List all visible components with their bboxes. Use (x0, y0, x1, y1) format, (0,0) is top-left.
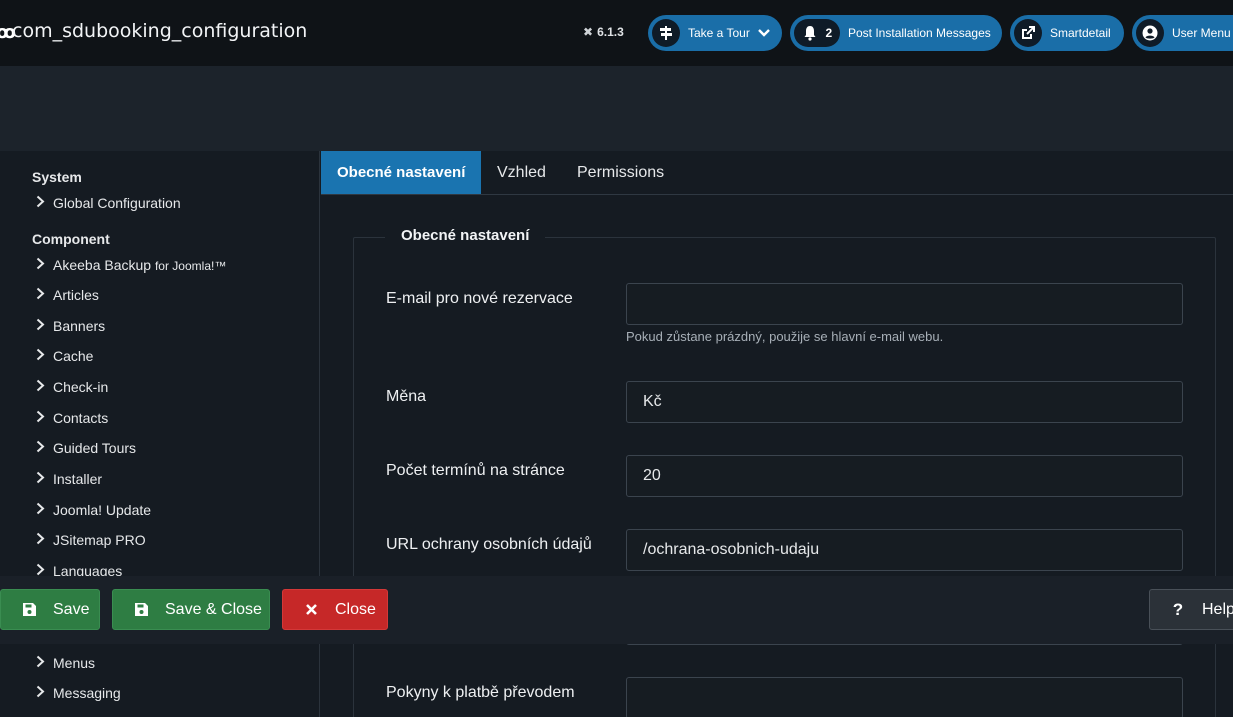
sidebar-item-label: Contacts (53, 410, 109, 426)
chevron-right-icon (36, 257, 45, 273)
version-badge: ✖ 6.1.3 (583, 25, 624, 39)
chevron-right-icon (36, 685, 45, 701)
take-a-tour-button[interactable]: Take a Tour (648, 15, 782, 51)
sidebar-item-label: Banners (53, 318, 106, 334)
sidebar-item-menus[interactable]: Menus (36, 655, 95, 671)
sidebar-item-articles[interactable]: Articles (36, 287, 99, 303)
tab-appearance[interactable]: Vzhled (481, 151, 562, 194)
sidebar-heading-system: System (32, 169, 82, 185)
tab-bar: Obecné nastavení Vzhled Permissions (321, 151, 1233, 195)
floppy-disk-icon (19, 602, 39, 617)
sidebar-item-contacts[interactable]: Contacts (36, 410, 108, 426)
help-button[interactable]: ? Help (1149, 589, 1233, 630)
sidebar-item-label: Global Configuration (53, 195, 181, 211)
payment-instructions-field[interactable] (626, 677, 1183, 717)
sidebar-item-label: Joomla! Update (53, 502, 152, 518)
close-icon (301, 603, 321, 616)
floppy-disk-icon (131, 602, 151, 617)
joomla-logo-icon[interactable]: ꝏ (0, 22, 16, 42)
sidebar-item-label: Installer (53, 471, 103, 487)
sidebar-item-guided-tours[interactable]: Guided Tours (36, 440, 136, 456)
payment-instructions-label: Pokyny k platbě převodem (386, 684, 575, 701)
question-mark-icon: ? (1172, 599, 1184, 619)
tab-general-settings[interactable]: Obecné nastavení (321, 151, 482, 194)
save-label: Save (53, 600, 90, 618)
chevron-right-icon (36, 287, 45, 303)
chevron-right-icon (36, 318, 45, 334)
user-menu-button[interactable]: User Menu (1132, 15, 1233, 51)
user-icon (1136, 19, 1164, 47)
sidebar-item-joomla-update[interactable]: Joomla! Update (36, 502, 151, 518)
notification-badge: 2 (794, 19, 840, 47)
chevron-right-icon (36, 440, 45, 456)
bell-icon (804, 26, 816, 41)
sidebar-item-label: Messaging (53, 685, 121, 701)
per-page-field-label: Počet termínů na stránce (386, 462, 565, 479)
chevron-right-icon (36, 655, 45, 671)
fieldset-legend: Obecné nastavení (385, 227, 546, 244)
currency-field[interactable] (626, 381, 1183, 423)
save-close-label: Save & Close (165, 600, 262, 618)
per-page-field[interactable] (626, 455, 1183, 497)
chevron-right-icon (36, 471, 45, 487)
chevron-down-icon (757, 26, 770, 40)
chevron-right-icon (36, 348, 45, 364)
sidebar-item-banners[interactable]: Banners (36, 318, 105, 334)
close-button[interactable]: Close (282, 589, 388, 630)
help-label: Help (1202, 600, 1233, 618)
external-link-icon (1014, 19, 1042, 47)
privacy-url-field-label: URL ochrany osobních údajů (386, 536, 592, 553)
user-menu-label: User Menu (1172, 26, 1231, 40)
page-title: com_sdubooking_configuration (12, 20, 308, 42)
chevron-right-icon (36, 410, 45, 426)
sidebar-item-global-configuration[interactable]: Global Configuration (36, 195, 181, 211)
subheader-band (0, 66, 1233, 151)
version-text: 6.1.3 (597, 25, 624, 39)
sidebar-item-label: Check-in (53, 379, 109, 395)
bottom-toolbar: Save Save & Close Close ? Help (0, 576, 1233, 644)
post-installation-label: Post Installation Messages (848, 26, 991, 40)
sidebar-item-installer[interactable]: Installer (36, 471, 102, 487)
sidebar-item-cache[interactable]: Cache (36, 348, 93, 364)
smartdetail-button[interactable]: Smartdetail (1010, 15, 1124, 51)
smartdetail-label: Smartdetail (1050, 26, 1111, 40)
notification-count: 2 (825, 26, 833, 40)
chevron-right-icon (36, 532, 45, 548)
save-button[interactable]: Save (0, 589, 100, 630)
sidebar-item-label: Cache (53, 348, 94, 364)
email-field-label: E-mail pro nové rezervace (386, 290, 573, 307)
sidebar-item-label: Articles (53, 287, 99, 303)
sidebar-item-akeeba[interactable]: Akeeba Backup for Joomla!™ (36, 257, 226, 273)
signpost-icon (652, 19, 680, 47)
save-and-close-button[interactable]: Save & Close (112, 589, 270, 630)
sidebar-item-label: Guided Tours (53, 440, 137, 456)
email-field-hint: Pokud zůstane prázdný, použije se hlavní… (626, 329, 944, 344)
close-label: Close (335, 600, 376, 618)
chevron-right-icon (36, 379, 45, 395)
chevron-right-icon (36, 502, 45, 518)
currency-field-label: Měna (386, 388, 427, 405)
top-header: ꝏ com_sdubooking_configuration ✖ 6.1.3 T… (0, 0, 1233, 66)
sidebar-item-messaging[interactable]: Messaging (36, 685, 121, 701)
joomla-small-icon: ✖ (583, 25, 594, 39)
sidebar-item-label: JSitemap PRO (53, 532, 146, 548)
sidebar-item-label: Menus (53, 655, 96, 671)
sidebar-item-check-in[interactable]: Check-in (36, 379, 108, 395)
sidebar-heading-component: Component (32, 231, 110, 247)
chevron-right-icon (36, 195, 45, 211)
post-installation-messages-button[interactable]: 2 Post Installation Messages (790, 15, 1002, 51)
privacy-url-field[interactable] (626, 529, 1183, 571)
sidebar-item-label: Akeeba Backup for Joomla!™ (53, 257, 227, 273)
tab-permissions[interactable]: Permissions (561, 151, 680, 194)
sidebar-item-jsitemap-pro[interactable]: JSitemap PRO (36, 532, 146, 548)
take-a-tour-label: Take a Tour (688, 26, 750, 40)
email-field[interactable] (626, 283, 1183, 325)
